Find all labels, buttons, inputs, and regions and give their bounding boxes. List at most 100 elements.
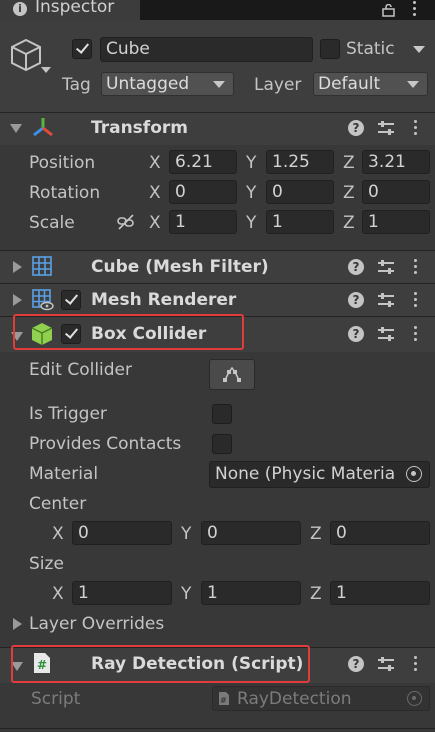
lock-icon[interactable] (382, 2, 395, 17)
edit-collider-icon (222, 366, 242, 382)
component-menu-icon[interactable] (414, 259, 418, 277)
cube-object-icon[interactable] (10, 38, 52, 80)
position-x-label[interactable]: X (149, 152, 161, 174)
tab-title: Inspector (35, 0, 115, 17)
component-menu-icon[interactable] (414, 326, 418, 344)
scale-z-field[interactable]: 1 (362, 210, 430, 234)
position-z-label[interactable]: Z (343, 152, 355, 174)
box-collider-highlight (13, 314, 244, 350)
object-picker-icon[interactable] (406, 466, 422, 482)
provides-contacts-checkbox[interactable] (212, 434, 232, 454)
bottom-divider (0, 728, 435, 729)
edit-collider-label: Edit Collider (29, 360, 133, 380)
foldout-expanded-icon[interactable] (10, 124, 22, 133)
edit-collider-button[interactable] (209, 359, 255, 390)
foldout-collapsed-icon[interactable] (13, 261, 22, 273)
mesh-renderer-enabled-checkbox[interactable] (61, 290, 81, 310)
script-label: Script (31, 689, 81, 709)
rotation-y-field[interactable]: 0 (266, 180, 334, 204)
component-menu-icon[interactable] (414, 292, 418, 310)
ray-detection-highlight (11, 645, 310, 683)
tag-label: Tag (62, 75, 91, 95)
help-icon[interactable]: ? (348, 326, 364, 342)
rotation-y-label[interactable]: Y (246, 182, 256, 204)
position-z-field[interactable]: 3.21 (362, 150, 430, 174)
tab-menu-icon[interactable] (413, 1, 417, 19)
chevron-down-icon (407, 81, 419, 88)
script-value: RayDetection (237, 689, 352, 709)
rotation-z-label[interactable]: Z (343, 182, 355, 204)
center-label: Center (29, 494, 87, 514)
layer-value: Default (318, 74, 381, 94)
object-active-checkbox[interactable] (72, 39, 92, 59)
static-label: Static (346, 39, 395, 59)
center-z-label[interactable]: Z (310, 523, 322, 545)
rotation-z-field[interactable]: 0 (362, 180, 430, 204)
help-icon[interactable]: ? (348, 259, 364, 275)
presets-icon[interactable] (377, 325, 395, 343)
script-file-icon: # (218, 691, 230, 706)
layer-overrides-label[interactable]: Layer Overrides (29, 613, 164, 635)
center-z-field[interactable]: 0 (330, 521, 430, 545)
scale-x-field[interactable]: 1 (169, 210, 237, 234)
script-field: # RayDetection (212, 686, 430, 711)
component-menu-icon[interactable] (414, 120, 418, 138)
object-picker-icon (407, 691, 422, 706)
center-x-label[interactable]: X (52, 523, 64, 545)
help-icon[interactable]: ? (348, 120, 364, 136)
rotation-x-label[interactable]: X (149, 182, 161, 204)
object-picker-dot (412, 696, 416, 700)
material-field[interactable]: None (Physic Materia (209, 461, 430, 488)
size-z-label[interactable]: Z (310, 583, 322, 605)
size-x-field[interactable]: 1 (72, 581, 172, 605)
center-y-label[interactable]: Y (181, 523, 191, 545)
scale-y-field[interactable]: 1 (266, 210, 334, 234)
tag-dropdown[interactable]: Untagged (101, 72, 234, 96)
transform-header[interactable] (0, 112, 435, 145)
position-y-field[interactable]: 1.25 (266, 150, 334, 174)
size-y-label[interactable]: Y (181, 583, 191, 605)
size-z-field[interactable]: 1 (330, 581, 430, 605)
svg-text:#: # (220, 696, 227, 705)
component-menu-icon[interactable] (414, 656, 418, 674)
scale-z-label[interactable]: Z (343, 212, 355, 234)
center-y-field[interactable]: 0 (201, 521, 301, 545)
size-x-label[interactable]: X (52, 583, 64, 605)
rotation-x-field[interactable]: 0 (169, 180, 237, 204)
mesh-renderer-icon (32, 289, 54, 311)
is-trigger-checkbox[interactable] (212, 404, 232, 424)
center-x-field[interactable]: 0 (72, 521, 172, 545)
mesh-filter-title: Cube (Mesh Filter) (91, 257, 269, 277)
scale-x-label[interactable]: X (149, 212, 161, 234)
scale-y-label[interactable]: Y (246, 212, 256, 234)
inspector-tab[interactable]: i Inspector (0, 0, 140, 20)
material-label: Material (29, 464, 99, 484)
presets-icon[interactable] (377, 258, 395, 276)
object-name-field[interactable]: Cube (100, 37, 313, 62)
help-icon[interactable]: ? (348, 656, 364, 672)
presets-icon[interactable] (377, 655, 395, 673)
position-x-field[interactable]: 6.21 (169, 150, 237, 174)
transform-icon (31, 116, 55, 138)
chevron-down-icon (213, 81, 225, 88)
info-icon: i (13, 2, 27, 16)
static-dropdown-arrow[interactable] (413, 46, 425, 53)
rotation-label: Rotation (29, 183, 101, 203)
is-trigger-label: Is Trigger (29, 404, 107, 424)
mesh-renderer-title: Mesh Renderer (91, 290, 237, 310)
scale-label: Scale (29, 213, 75, 233)
layer-overrides-foldout-icon[interactable] (13, 618, 22, 630)
layer-dropdown[interactable]: Default (313, 72, 428, 96)
constrain-proportions-icon[interactable] (116, 213, 136, 231)
foldout-collapsed-icon[interactable] (13, 294, 22, 306)
presets-icon[interactable] (377, 291, 395, 309)
static-checkbox[interactable] (320, 39, 340, 59)
provides-contacts-label: Provides Contacts (29, 434, 182, 454)
help-icon[interactable]: ? (348, 292, 364, 308)
object-picker-dot (411, 471, 416, 476)
presets-icon[interactable] (377, 119, 395, 137)
layer-label: Layer (254, 75, 302, 95)
size-label: Size (29, 554, 64, 574)
size-y-field[interactable]: 1 (201, 581, 301, 605)
position-y-label[interactable]: Y (246, 152, 256, 174)
